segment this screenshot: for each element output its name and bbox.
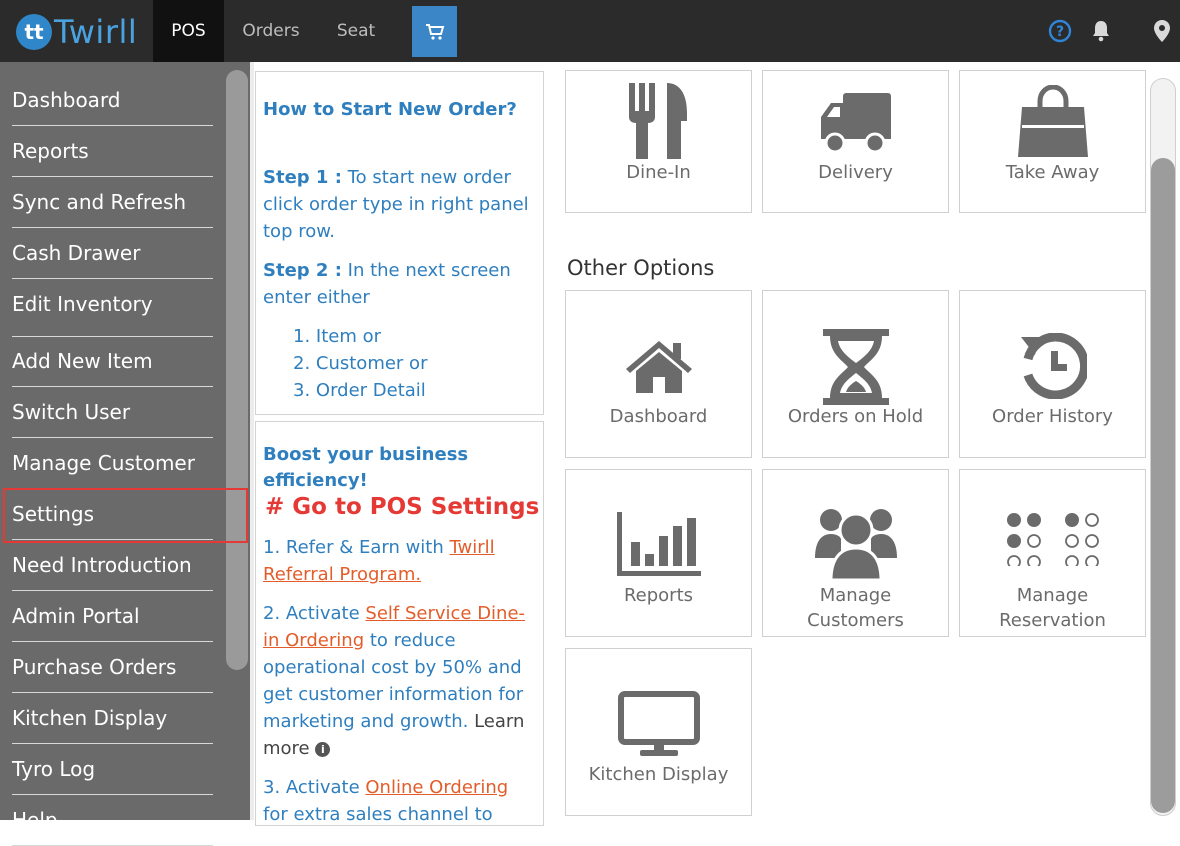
- hourglass-icon: [822, 329, 889, 405]
- step-1-label: Step 1 :: [263, 167, 342, 188]
- sidebar-item-edit-inventory[interactable]: Edit Inventory: [12, 279, 213, 337]
- home-icon: [625, 341, 692, 393]
- order-type-dine-in[interactable]: Dine-In: [565, 70, 752, 213]
- bar-chart-icon: [616, 512, 701, 576]
- sidebar-item-tyro-log[interactable]: Tyro Log: [12, 744, 213, 795]
- annotation-pos-settings: # Go to POS Settings: [265, 494, 540, 520]
- kitchen-display-tile-label: Kitchen Display: [588, 764, 729, 785]
- fork-knife-icon: [628, 83, 687, 159]
- option-reports[interactable]: Reports: [565, 469, 752, 637]
- svg-text:?: ?: [1056, 24, 1064, 40]
- how-to-title: How to Start New Order?: [263, 99, 517, 120]
- dashboard-tile-label: Dashboard: [609, 406, 708, 427]
- info-icon[interactable]: i: [315, 741, 331, 757]
- sidebar-item-purchase-orders[interactable]: Purchase Orders: [12, 642, 213, 693]
- manage-reservation-label-2: Reservation: [999, 610, 1106, 631]
- option-manage-customers[interactable]: Manage Customers: [762, 469, 949, 637]
- sidebar-item-admin-portal[interactable]: Admin Portal: [12, 591, 213, 642]
- take-away-label: Take Away: [1005, 162, 1100, 183]
- boost-panel: Boost your business efficiency! 1. Refer…: [255, 421, 544, 826]
- boost-item-2-text: 2. Activate: [263, 603, 366, 624]
- manage-customers-label-1: Manage: [819, 585, 892, 606]
- sidebar-item-switch-user[interactable]: Switch User: [12, 387, 213, 438]
- manage-customers-label-2: Customers: [807, 610, 904, 631]
- boost-item-1: 1. Refer & Earn with Twirll Referral Pro…: [263, 534, 535, 588]
- option-customer: 2. Customer or: [293, 353, 428, 374]
- top-nav-bar: tt Twirll POS Orders Seat ?: [0, 0, 1180, 62]
- sidebar-item-help[interactable]: Help: [12, 795, 213, 846]
- content-scrollbar-thumb[interactable]: [1151, 158, 1175, 813]
- truck-icon: [820, 93, 891, 154]
- option-manage-reservation[interactable]: Manage Reservation: [959, 469, 1146, 637]
- sidebar-item-need-introduction[interactable]: Need Introduction: [12, 540, 213, 591]
- history-icon: [1020, 333, 1087, 399]
- how-to-panel: How to Start New Order? Step 1 : To star…: [255, 71, 544, 415]
- reports-tile-label: Reports: [623, 585, 694, 606]
- tab-pos[interactable]: POS: [153, 0, 224, 62]
- order-type-take-away[interactable]: Take Away: [959, 70, 1146, 213]
- brand-logo[interactable]: tt Twirll: [16, 12, 137, 52]
- sidebar-item-sync-refresh[interactable]: Sync and Refresh: [12, 177, 213, 228]
- cart-icon: [425, 23, 444, 40]
- sidebar-scrollbar-thumb[interactable]: [226, 70, 248, 670]
- step-1-text: Step 1 : To start new order click order …: [263, 164, 533, 245]
- order-history-label: Order History: [992, 406, 1113, 427]
- logo-text: Twirll: [54, 13, 138, 51]
- sidebar-item-reports[interactable]: Reports: [12, 126, 213, 177]
- sidebar-item-kitchen-display[interactable]: Kitchen Display: [12, 693, 213, 744]
- step-2-label: Step 2 :: [263, 260, 342, 281]
- boost-item-2: 2. Activate Self Service Dine-in Orderin…: [263, 600, 537, 762]
- reservation-icon: [1006, 513, 1099, 566]
- orders-on-hold-label: Orders on Hold: [787, 406, 924, 427]
- boost-item-1-text: 1. Refer & Earn with: [263, 537, 450, 558]
- shopping-bag-icon: [1017, 85, 1088, 157]
- manage-reservation-label-1: Manage: [1016, 585, 1089, 606]
- settings-highlight-box: [3, 488, 248, 543]
- other-options-title: Other Options: [567, 256, 715, 280]
- panel-divider: [250, 62, 254, 820]
- bell-icon[interactable]: [1089, 19, 1113, 43]
- tab-orders[interactable]: Orders: [230, 0, 312, 62]
- sidebar-item-add-new-item[interactable]: Add New Item: [12, 336, 213, 387]
- order-type-delivery[interactable]: Delivery: [762, 70, 949, 213]
- cart-button[interactable]: [412, 6, 457, 57]
- users-icon: [814, 509, 897, 582]
- option-kitchen-display[interactable]: Kitchen Display: [565, 648, 752, 816]
- boost-item-3-desc: for extra sales channel to: [263, 804, 493, 825]
- option-dashboard[interactable]: Dashboard: [565, 290, 752, 458]
- online-ordering-link[interactable]: Online Ordering: [365, 777, 508, 798]
- location-pin-icon[interactable]: [1150, 19, 1174, 43]
- sidebar-item-manage-customer[interactable]: Manage Customer: [12, 438, 213, 489]
- dine-in-label: Dine-In: [626, 162, 691, 183]
- help-icon[interactable]: ?: [1048, 19, 1072, 43]
- monitor-icon: [617, 691, 700, 756]
- option-order-detail: 3. Order Detail: [293, 380, 426, 401]
- boost-title: Boost your business efficiency!: [263, 444, 469, 491]
- option-orders-on-hold[interactable]: Orders on Hold: [762, 290, 949, 458]
- option-item: 1. Item or: [293, 326, 382, 347]
- delivery-label: Delivery: [818, 162, 893, 183]
- sidebar-item-cash-drawer[interactable]: Cash Drawer: [12, 228, 213, 279]
- option-order-history[interactable]: Order History: [959, 290, 1146, 458]
- tab-seat[interactable]: Seat: [320, 0, 392, 62]
- step-2-text: Step 2 : In the next screen enter either: [263, 257, 533, 311]
- logo-mark: tt: [16, 14, 52, 50]
- sidebar-item-dashboard[interactable]: Dashboard: [12, 75, 213, 126]
- boost-item-3-text: 3. Activate: [263, 777, 366, 798]
